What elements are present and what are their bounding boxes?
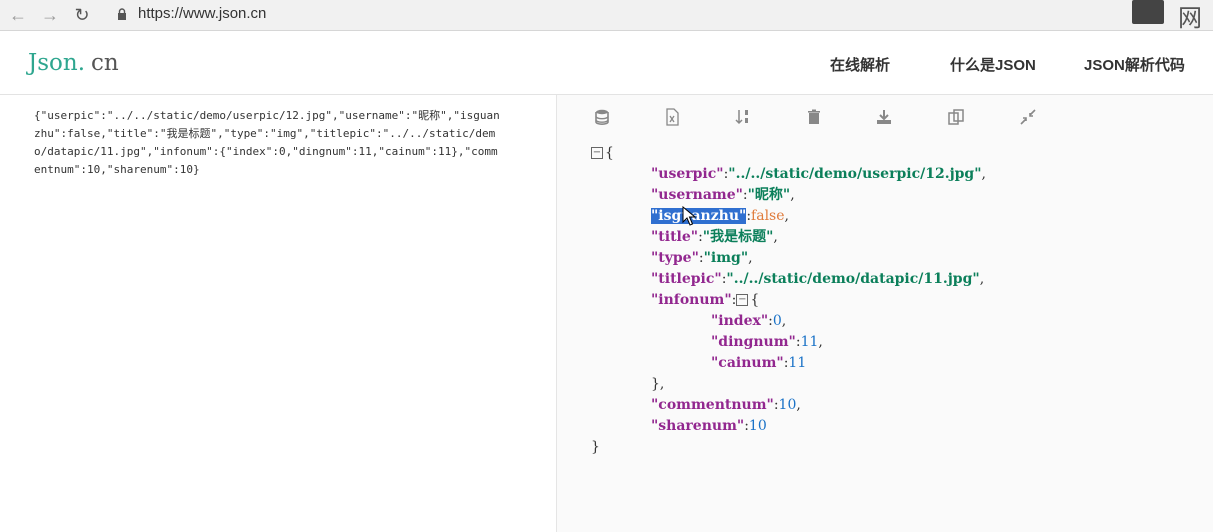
book-icon	[1132, 0, 1164, 24]
value-sharenum: 10	[748, 418, 767, 434]
sort-icon[interactable]	[734, 108, 752, 126]
brand-dot: .	[77, 50, 85, 76]
lock-icon	[118, 8, 126, 20]
tree-line-infonum: "infonum": −{	[651, 292, 760, 308]
tree-root-close: }	[591, 439, 600, 455]
key-titlepic: "titlepic"	[651, 271, 722, 287]
key-type: "type"	[651, 250, 699, 266]
nav-json-code[interactable]: JSON解析代码	[1084, 54, 1185, 75]
key-title: "title"	[651, 229, 699, 245]
brand-tld: cn	[91, 50, 119, 76]
output-toolbar	[557, 95, 1213, 141]
key-index: "index"	[711, 313, 769, 329]
value-userpic: "../../static/demo/userpic/12.jpg"	[728, 166, 982, 182]
json-input-text[interactable]: {"userpic":"../../static/demo/userpic/12…	[34, 107, 504, 179]
brand-main: Json	[28, 50, 78, 76]
value-isguanzhu: false	[751, 208, 785, 224]
key-cainum: "cainum"	[711, 355, 784, 371]
json-input-pane[interactable]: {"userpic":"../../static/demo/userpic/12…	[0, 95, 557, 532]
nav-online-parse[interactable]: 在线解析	[830, 54, 890, 75]
tree-line-commentnum: "commentnum":10,	[651, 397, 801, 413]
key-username: "username"	[651, 187, 743, 203]
key-commentnum: "commentnum"	[651, 397, 774, 413]
tree-line-cainum: "cainum":11	[711, 355, 807, 371]
excel-icon[interactable]	[663, 108, 681, 126]
tree-infonum-close: },	[651, 376, 665, 392]
json-output-pane: −{ "userpic":"../../static/demo/userpic/…	[557, 95, 1213, 532]
value-title: "我是标题"	[702, 229, 774, 245]
key-isguanzhu-selected[interactable]: "isguanzhu"	[651, 208, 747, 224]
collapse-infonum-icon[interactable]: −	[736, 294, 749, 306]
tree-line-title: "title":"我是标题",	[651, 229, 778, 245]
tree-line-sharenum: "sharenum":10	[651, 418, 767, 434]
download-icon[interactable]	[875, 108, 893, 126]
browser-toolbar: ← → ↻ https://www.json.cn 网易	[0, 0, 1213, 67]
trash-icon[interactable]	[805, 108, 823, 126]
value-type: "img"	[703, 250, 749, 266]
site-logo[interactable]: Json. cn	[28, 50, 119, 76]
database-icon[interactable]	[593, 108, 611, 126]
tree-line-username: "username":"昵称",	[651, 187, 795, 203]
site-header: Json. cn 在线解析 什么是JSON JSON解析代码	[0, 31, 1213, 95]
corner-watermark: 网易	[1132, 0, 1213, 67]
tree-line-userpic: "userpic":"../../static/demo/userpic/12.…	[651, 166, 986, 182]
tree-root-open: −{	[591, 145, 614, 161]
back-icon[interactable]: ←	[8, 5, 28, 25]
key-userpic: "userpic"	[651, 166, 724, 182]
reload-icon[interactable]: ↻	[72, 5, 92, 25]
compress-icon[interactable]	[1019, 108, 1037, 126]
value-cainum: 11	[788, 355, 807, 371]
tree-line-isguanzhu: "isguanzhu":false,	[651, 208, 789, 224]
mouse-cursor-icon	[682, 206, 697, 226]
tree-line-titlepic: "titlepic":"../../static/demo/datapic/11…	[651, 271, 985, 287]
address-bar[interactable]: https://www.json.cn	[138, 5, 266, 22]
nav-what-is-json[interactable]: 什么是JSON	[950, 54, 1036, 75]
key-dingnum: "dingnum"	[711, 334, 796, 350]
tree-line-index: "index":0,	[711, 313, 787, 329]
key-infonum: "infonum"	[651, 292, 732, 308]
tree-line-type: "type":"img",	[651, 250, 753, 266]
value-titlepic: "../../static/demo/datapic/11.jpg"	[726, 271, 980, 287]
tree-line-dingnum: "dingnum":11,	[711, 334, 823, 350]
value-username: "昵称"	[747, 187, 791, 203]
key-sharenum: "sharenum"	[651, 418, 745, 434]
value-index: 0	[772, 313, 782, 329]
value-commentnum: 10	[778, 397, 797, 413]
collapse-root-icon[interactable]: −	[591, 147, 603, 159]
copy-icon[interactable]	[947, 108, 965, 126]
forward-icon[interactable]: →	[40, 5, 60, 25]
value-dingnum: 11	[800, 334, 819, 350]
